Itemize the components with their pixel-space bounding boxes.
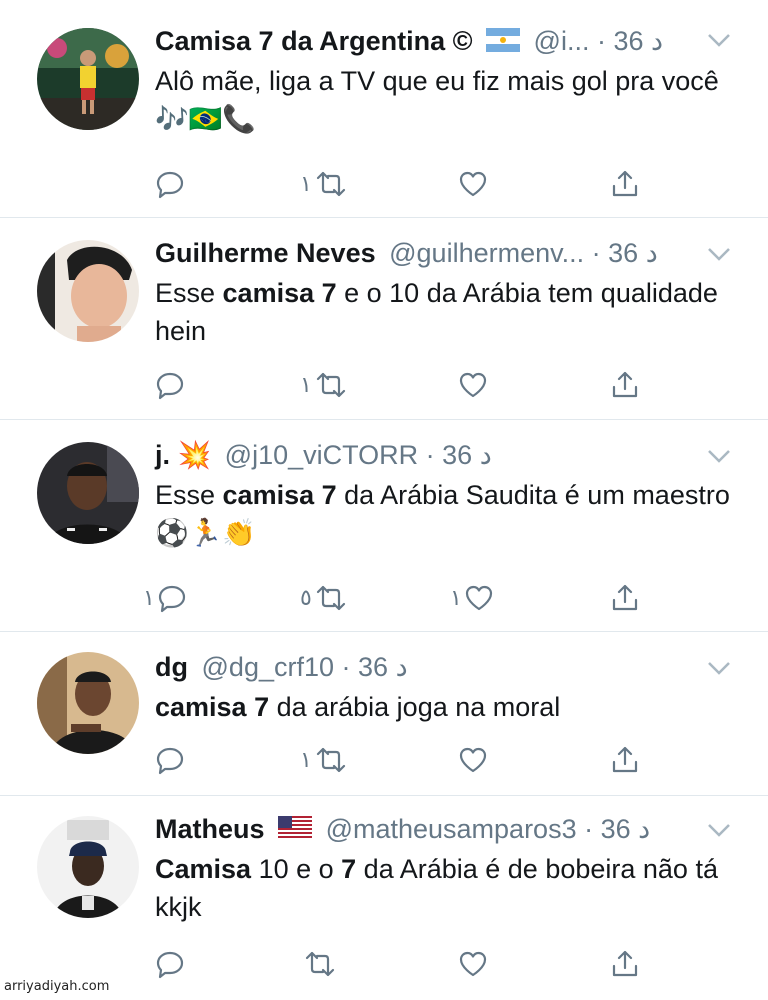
chevron-down-icon[interactable] <box>706 446 732 471</box>
avatar[interactable] <box>37 816 139 918</box>
tweet-text: Esse camisa 7 da Arábia Saudita é um mae… <box>155 476 732 552</box>
avatar[interactable] <box>37 652 139 754</box>
watermark: arriyadiyah.com <box>4 979 110 994</box>
like-button[interactable] <box>458 368 488 402</box>
chevron-down-icon[interactable] <box>706 658 732 683</box>
retweet-count: ١ <box>300 372 312 397</box>
retweet-button[interactable]: ٥ <box>300 581 346 615</box>
heart-icon <box>459 171 487 197</box>
tweet-text-bold: camisa 7 <box>222 278 337 308</box>
retweet-icon <box>316 747 345 773</box>
argentina-flag-icon <box>486 26 521 60</box>
user-handle[interactable]: @guilhermenv... <box>389 238 584 268</box>
timestamp[interactable]: · د 36 <box>584 814 650 844</box>
tweet-text-part: 10 e o <box>251 854 342 884</box>
tweet-text-part: da arábia joga na moral <box>269 692 561 722</box>
share-icon <box>612 584 638 611</box>
retweet-count: ١ <box>300 747 312 772</box>
share-button[interactable] <box>610 368 640 402</box>
retweet-button[interactable]: ١ <box>300 167 346 201</box>
like-button[interactable]: ١ <box>450 581 494 615</box>
tweet-text: Alô mãe, liga a TV que eu fiz mais gol p… <box>155 62 732 138</box>
tweet-text-part: da Arábia Saudita é um maestro <box>336 480 730 510</box>
reply-count: ١ <box>143 585 155 610</box>
usa-flag-icon <box>278 814 313 848</box>
heart-icon <box>465 585 492 611</box>
like-button[interactable] <box>458 743 488 777</box>
tweet-card[interactable]: j. 💥 @j10_viCTORR · د 36 Esse camisa 7 d… <box>0 420 768 632</box>
retweet-icon <box>316 171 345 197</box>
tweet-text: Camisa 10 e o 7 da Arábia é de bobeira n… <box>155 850 732 926</box>
retweet-button[interactable] <box>305 947 335 981</box>
display-name[interactable]: dg <box>155 652 188 682</box>
chevron-down-icon[interactable] <box>706 244 732 269</box>
display-name[interactable]: j. <box>155 440 170 470</box>
display-name[interactable]: Camisa 7 da Argentina <box>155 26 445 56</box>
share-icon <box>612 950 638 977</box>
chevron-down-icon[interactable] <box>706 820 732 845</box>
avatar[interactable] <box>37 442 139 544</box>
timestamp[interactable]: · د 36 <box>592 238 658 268</box>
share-button[interactable] <box>610 167 640 201</box>
share-button[interactable] <box>610 743 640 777</box>
retweet-button[interactable]: ١ <box>300 743 346 777</box>
tweet-text-bold: camisa 7 <box>155 692 270 722</box>
display-name[interactable]: Guilherme Neves <box>155 238 376 268</box>
tweet-text-part: Esse <box>155 278 223 308</box>
reply-icon <box>156 372 184 400</box>
reply-icon <box>156 171 184 199</box>
user-handle[interactable]: @i... <box>534 26 590 56</box>
reply-button[interactable] <box>155 167 185 201</box>
emoji-sequence: ⚽🏃👏 <box>155 518 256 548</box>
like-button[interactable] <box>458 947 488 981</box>
share-icon <box>612 746 638 773</box>
share-icon <box>612 170 638 197</box>
chevron-down-icon[interactable] <box>706 30 732 55</box>
retweet-icon <box>316 585 345 611</box>
retweet-icon <box>316 372 345 398</box>
reply-button[interactable] <box>155 368 185 402</box>
tweet-card[interactable]: dg @dg_crf10 · د 36 camisa 7 da arábia j… <box>0 632 768 796</box>
tweet-text-bold: camisa 7 <box>222 480 337 510</box>
tweet-text: camisa 7 da arábia joga na moral <box>155 688 732 726</box>
reply-button[interactable]: ١ <box>143 581 187 615</box>
tweet-card[interactable]: Matheus @matheusamparos3 · د 36 Camisa 1… <box>0 796 768 1000</box>
retweet-count: ٥ <box>300 585 312 610</box>
like-count: ١ <box>450 585 462 610</box>
user-handle[interactable]: @matheusamparos3 <box>326 814 577 844</box>
avatar[interactable] <box>37 240 139 342</box>
reply-icon <box>156 747 184 775</box>
share-button[interactable] <box>610 947 640 981</box>
tweet-text-bold: 7 <box>341 854 357 884</box>
heart-icon <box>459 747 487 773</box>
reply-icon <box>156 951 184 979</box>
timestamp[interactable]: · د 36 <box>597 26 663 56</box>
retweet-button[interactable]: ١ <box>300 368 346 402</box>
tweet-card[interactable]: Camisa 7 da Argentina © @i... · د 36 Alô… <box>0 0 768 218</box>
user-handle[interactable]: @dg_crf10 <box>202 652 334 682</box>
tweet-text-bold: Camisa <box>155 854 252 884</box>
collision-emoji: 💥 <box>177 440 212 470</box>
tweet-text-part: Esse <box>155 480 223 510</box>
share-icon <box>612 371 638 398</box>
display-name[interactable]: Matheus <box>155 814 265 844</box>
copyright-emoji: © <box>452 26 473 56</box>
tweet-text-part: Alô mãe, liga a TV que eu fiz mais gol p… <box>155 66 719 96</box>
tweet-card[interactable]: Guilherme Neves @guilhermenv... · د 36 E… <box>0 218 768 420</box>
heart-icon <box>459 372 487 398</box>
timestamp[interactable]: · د 36 <box>426 440 492 470</box>
reply-button[interactable] <box>155 947 185 981</box>
tweet-text: Esse camisa 7 e o 10 da Arábia tem quali… <box>155 274 732 350</box>
reply-button[interactable] <box>155 743 185 777</box>
like-button[interactable] <box>458 167 488 201</box>
heart-icon <box>459 951 487 977</box>
user-handle[interactable]: @j10_viCTORR <box>225 440 418 470</box>
retweet-icon <box>305 951 335 977</box>
emoji-sequence: 🎶🇧🇷📞 <box>155 104 256 134</box>
retweet-count: ١ <box>300 171 312 196</box>
reply-icon <box>158 585 185 613</box>
avatar[interactable] <box>37 28 139 130</box>
share-button[interactable] <box>610 581 640 615</box>
timestamp[interactable]: · د 36 <box>342 652 408 682</box>
